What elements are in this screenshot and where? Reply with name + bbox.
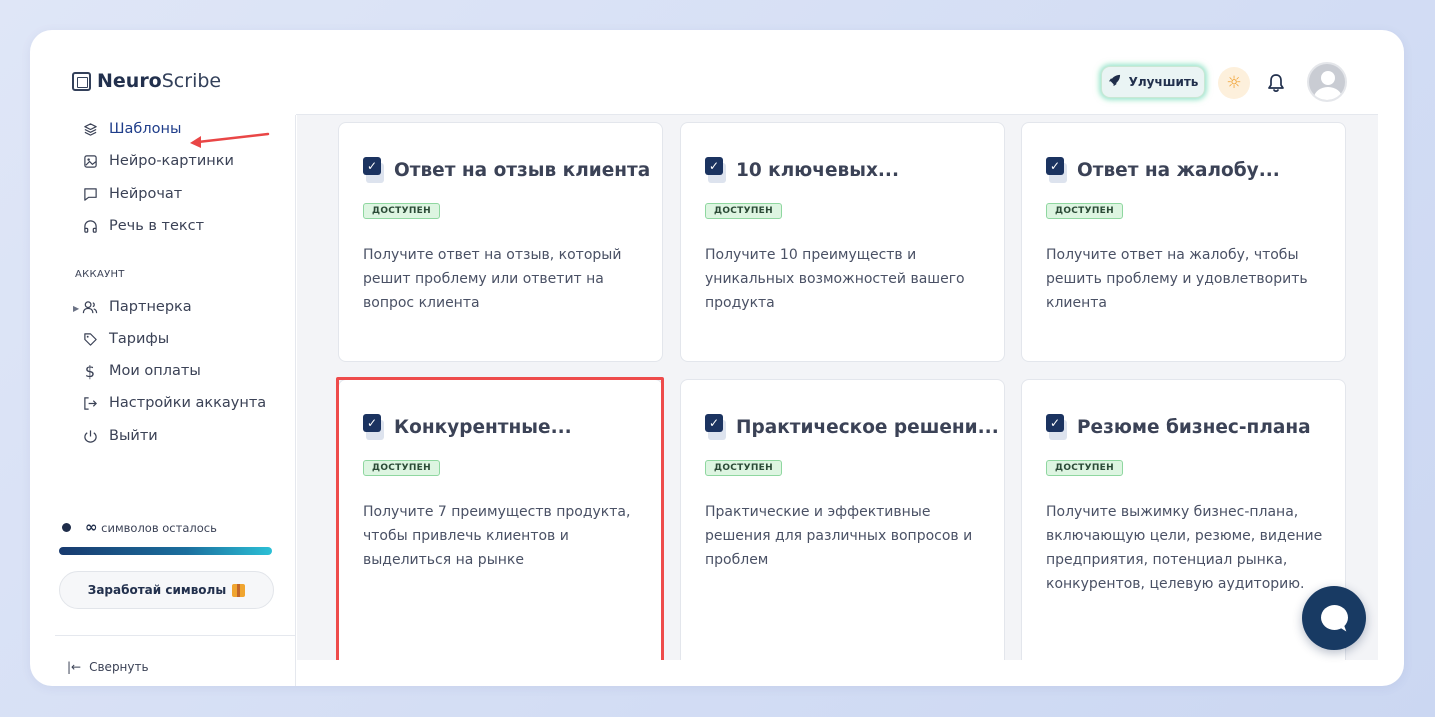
chat-icon — [82, 186, 98, 202]
template-card[interactable]: ✓ Резюме бизнес-плана ДОСТУПЕН Получите … — [1021, 379, 1346, 660]
card-title: ✓ Практическое решени... — [705, 414, 999, 440]
login-icon — [82, 395, 98, 411]
card-title-text: Резюме бизнес-плана — [1077, 416, 1311, 438]
account-section-label: АККАУНТ — [75, 269, 125, 280]
sidebar-item-label: Нейро-картинки — [109, 153, 234, 169]
sidebar-divider — [55, 635, 296, 636]
sidebar-item-logout[interactable]: Выйти — [82, 428, 158, 444]
sun-icon: ☼ — [1226, 73, 1242, 93]
template-card[interactable]: ✓ Практическое решени... ДОСТУПЕН Практи… — [680, 379, 1005, 660]
sidebar-item-tariffs[interactable]: Тарифы — [82, 331, 169, 347]
headphones-icon — [82, 218, 98, 234]
status-badge: ДОСТУПЕН — [363, 460, 440, 476]
status-badge: ДОСТУПЕН — [705, 203, 782, 219]
logo[interactable]: NeuroScribe — [72, 70, 221, 92]
credits-progress-bar — [59, 547, 272, 555]
card-title-text: Конкурентные... — [394, 416, 572, 438]
annotation-arrow — [190, 132, 270, 148]
template-card[interactable]: ✓ 10 ключевых... ДОСТУПЕН Получите 10 пр… — [680, 122, 1005, 362]
checkbox-icon: ✓ — [705, 157, 728, 183]
sidebar-item-label: Шаблоны — [109, 121, 182, 137]
sidebar-item-speech-to-text[interactable]: Речь в текст — [82, 218, 204, 234]
tag-icon — [82, 331, 98, 347]
sidebar-item-label: Партнерка — [109, 299, 192, 315]
card-description: Получите ответ на жалобу, чтобы решить п… — [1046, 247, 1308, 311]
infinity-symbol: ∞ — [85, 518, 98, 536]
image-icon — [82, 153, 98, 169]
users-icon — [82, 299, 98, 315]
logo-rest-text: Scribe — [161, 70, 222, 92]
credits-dot — [62, 522, 71, 532]
earn-label: Заработай символы — [87, 583, 227, 597]
card-description: Получите выжимку бизнес-плана, включающу… — [1046, 504, 1323, 592]
sidebar-item-payments[interactable]: $ Мои оплаты — [82, 361, 201, 381]
template-card[interactable]: ✓ Ответ на отзыв клиента ДОСТУПЕН Получи… — [338, 122, 663, 362]
status-badge: ДОСТУПЕН — [363, 203, 440, 219]
rocket-icon — [1108, 74, 1121, 91]
card-description: Получите 7 преимуществ продукта, чтобы п… — [363, 504, 631, 568]
avatar-body-shape — [1314, 87, 1342, 100]
sidebar-item-account-settings[interactable]: Настройки аккаунта — [82, 395, 266, 411]
layers-icon — [82, 121, 98, 137]
card-title: ✓ Резюме бизнес-плана — [1046, 414, 1311, 440]
checkbox-icon: ✓ — [1046, 157, 1069, 183]
app-window: NeuroScribe Улучшить ☼ Шаблоны Нейро-кар… — [30, 30, 1404, 686]
card-title: ✓ Ответ на отзыв клиента — [363, 157, 650, 183]
card-title-text: Ответ на отзыв клиента — [394, 159, 651, 181]
sidebar-item-label: Нейрочат — [109, 186, 183, 202]
dollar-icon: $ — [84, 361, 96, 381]
theme-toggle-button[interactable]: ☼ — [1218, 67, 1250, 99]
sidebar-item-label: Речь в текст — [109, 218, 205, 234]
card-title-text: Практическое решени... — [736, 416, 999, 438]
status-badge: ДОСТУПЕН — [705, 460, 782, 476]
upgrade-button[interactable]: Улучшить — [1101, 66, 1205, 98]
avatar-head-shape — [1321, 71, 1335, 85]
sidebar-item-label: Настройки аккаунта — [109, 395, 267, 411]
template-card[interactable]: ✓ Ответ на жалобу... ДОСТУПЕН Получите о… — [1021, 122, 1346, 362]
top-header: NeuroScribe Улучшить ☼ — [30, 30, 1404, 115]
card-title-text: 10 ключевых... — [736, 159, 899, 181]
power-icon — [82, 428, 98, 444]
card-title: ✓ Ответ на жалобу... — [1046, 157, 1280, 183]
logo-bold-text: Neuro — [97, 70, 162, 92]
gift-icon — [232, 583, 246, 597]
chat-support-button[interactable] — [1302, 586, 1366, 650]
card-description: Практические и эффективные решения для р… — [705, 504, 973, 568]
logo-icon — [72, 71, 91, 91]
sidebar-item-label: Выйти — [109, 428, 158, 444]
earn-symbols-button[interactable]: Заработай символы — [59, 571, 274, 609]
notifications-button[interactable] — [1264, 70, 1288, 96]
sidebar-item-templates[interactable]: Шаблоны — [82, 121, 181, 137]
upgrade-label: Улучшить — [1128, 75, 1199, 89]
sidebar-item-label: Мои оплаты — [109, 363, 201, 379]
templates-grid: ✓ Ответ на отзыв клиента ДОСТУПЕН Получи… — [297, 115, 1378, 660]
credits-text: символов осталось — [101, 521, 217, 535]
card-title-text: Ответ на жалобу... — [1077, 159, 1280, 181]
card-title: ✓ 10 ключевых... — [705, 157, 899, 183]
template-card[interactable]: ✓ Конкурентные... ДОСТУПЕН Получите 7 пр… — [338, 379, 663, 660]
checkbox-icon: ✓ — [705, 414, 728, 440]
card-title: ✓ Конкурентные... — [363, 414, 572, 440]
checkbox-icon: ✓ — [363, 414, 386, 440]
avatar[interactable] — [1307, 62, 1347, 102]
checkbox-icon: ✓ — [1046, 414, 1069, 440]
sidebar-item-neurochat[interactable]: Нейрочат — [82, 186, 182, 202]
sidebar-item-neuro-images[interactable]: Нейро-картинки — [82, 153, 234, 169]
bell-icon — [1268, 74, 1284, 92]
checkbox-icon: ✓ — [363, 157, 386, 183]
sidebar-item-partner[interactable]: Партнерка — [82, 299, 192, 315]
status-badge: ДОСТУПЕН — [1046, 460, 1123, 476]
card-description: Получите 10 преимуществ и уникальных воз… — [705, 247, 965, 311]
sidebar: Шаблоны Нейро-картинки Нейрочат Речь в т… — [30, 115, 296, 686]
caret-right-icon[interactable]: ▶ — [73, 304, 79, 313]
collapse-label: Свернуть — [89, 660, 149, 674]
card-description: Получите ответ на отзыв, который решит п… — [363, 247, 622, 311]
sidebar-item-label: Тарифы — [109, 331, 170, 347]
collapse-sidebar-button[interactable]: |← Свернуть — [67, 660, 149, 674]
status-badge: ДОСТУПЕН — [1046, 203, 1123, 219]
credits-info: ∞ символов осталось — [62, 518, 217, 536]
collapse-icon: |← — [67, 660, 82, 674]
